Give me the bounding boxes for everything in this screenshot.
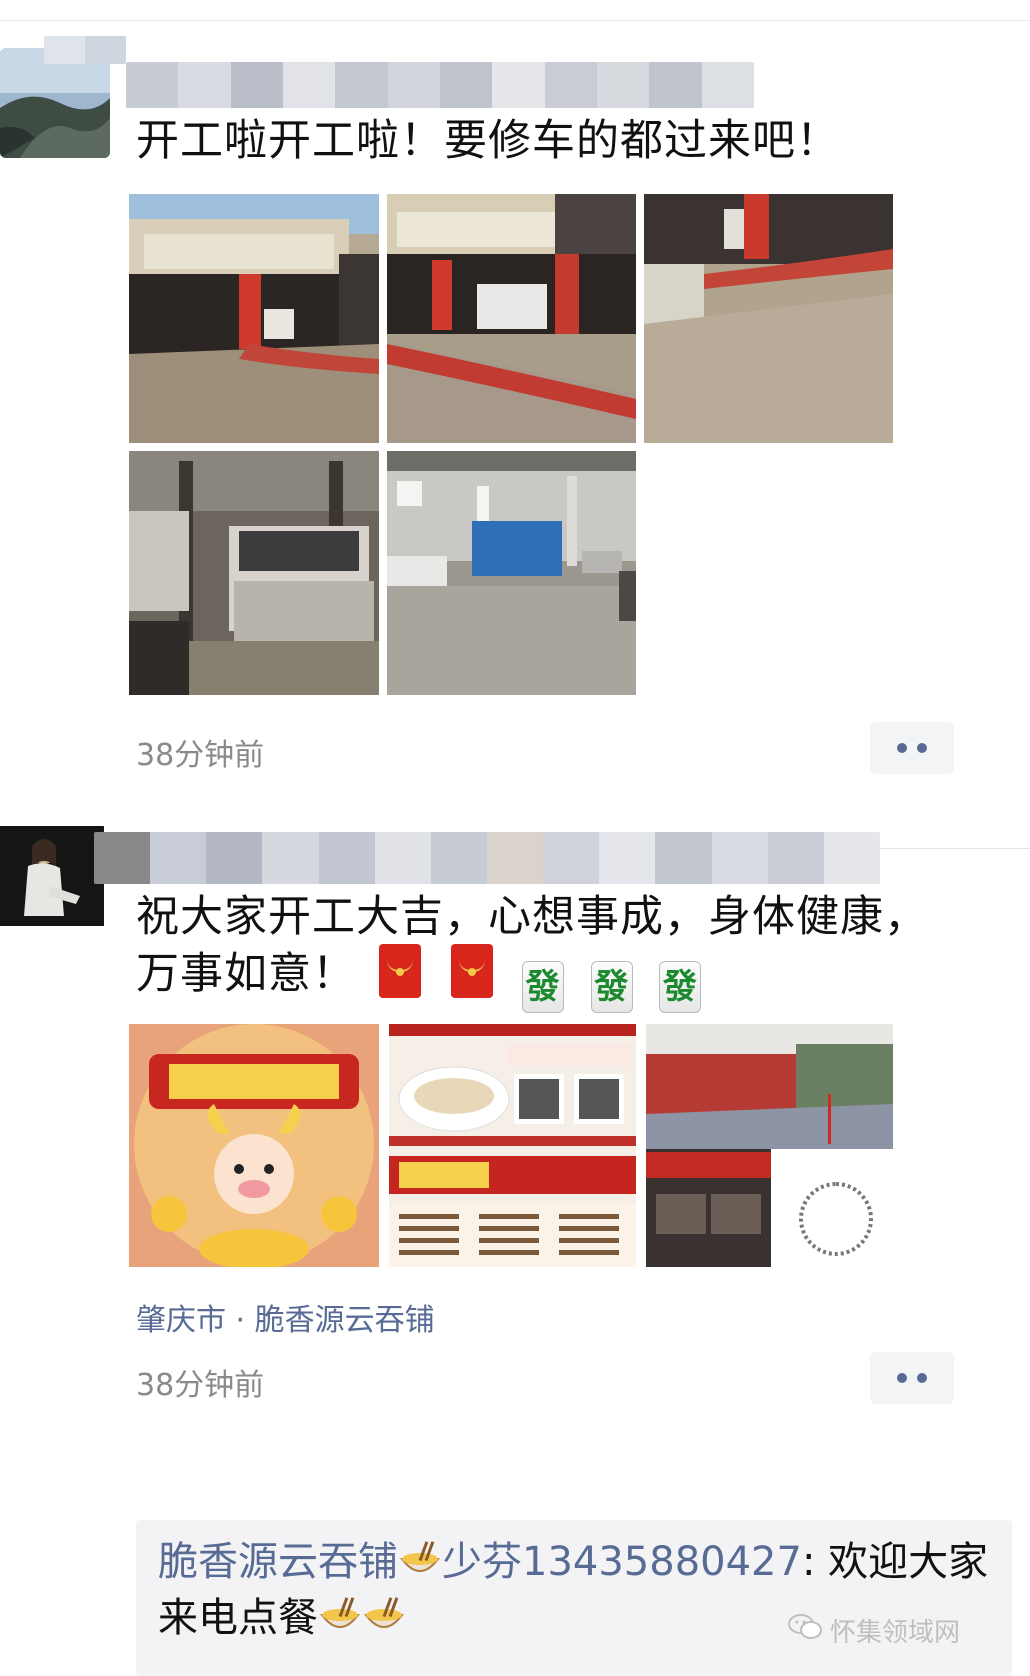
comment-text-line1: : 欢迎大家: [801, 1539, 989, 1585]
avatar[interactable]: [0, 48, 110, 158]
comment-text-line2: 来电点餐: [158, 1595, 318, 1641]
post-photo-5[interactable]: [387, 451, 636, 695]
username-blurred[interactable]: [126, 62, 754, 108]
post-timestamp: 38分钟前: [136, 738, 265, 773]
red-envelope-icon: [378, 944, 421, 998]
post-timestamp: 38分钟前: [136, 1368, 265, 1403]
post-photo-3[interactable]: [644, 194, 893, 443]
watermark: 怀集领域网: [787, 1612, 960, 1649]
post-photo-1[interactable]: [129, 194, 379, 443]
dot-icon: [897, 743, 907, 753]
dot-icon: [917, 743, 927, 753]
username-blur-top: [44, 36, 126, 64]
top-divider: [0, 20, 1030, 21]
post-photo-menu[interactable]: [389, 1024, 636, 1267]
mahjong-fa-icon: 發: [522, 961, 565, 1013]
comment-box: 脆香源云吞铺 少芬13435880427: 欢迎大家 来电点餐: [136, 1520, 1012, 1676]
wechat-logo-icon: [787, 1613, 822, 1648]
username-blurred[interactable]: [94, 832, 880, 884]
dot-icon: [897, 1373, 907, 1383]
dot-icon: [917, 1373, 927, 1383]
noodle-bowl-icon: [362, 1596, 406, 1636]
post-text-line1: 祝大家开工大吉，心想事成，身体健康，: [136, 892, 928, 942]
more-options-button[interactable]: [870, 1352, 954, 1404]
commenter-name-part2[interactable]: 少芬13435880427: [442, 1539, 802, 1585]
noodle-bowl-icon: [398, 1540, 442, 1580]
commenter-name-part1[interactable]: 脆香源云吞铺: [158, 1539, 398, 1585]
post-photo-4[interactable]: [129, 451, 379, 695]
post-text: 开工啦开工啦！要修车的都过来吧！: [136, 116, 840, 166]
post-location-link[interactable]: 肇庆市 · 脆香源云吞铺: [136, 1295, 435, 1339]
watermark-text: 怀集领域网: [829, 1618, 960, 1648]
post-text-line2: 万事如意！ 發 發 發: [136, 944, 707, 1013]
mahjong-fa-icon: 發: [659, 961, 702, 1013]
post-text-line2-words: 万事如意！: [136, 949, 356, 999]
noodle-bowl-icon: [318, 1596, 362, 1636]
post-photo-kaigong-daji[interactable]: [129, 1024, 379, 1267]
mahjong-fa-icon: 發: [590, 961, 633, 1013]
post-photo-street[interactable]: [646, 1024, 893, 1267]
more-options-button[interactable]: [870, 722, 954, 774]
post-photo-2[interactable]: [387, 194, 636, 443]
red-envelope-icon: [451, 944, 494, 998]
